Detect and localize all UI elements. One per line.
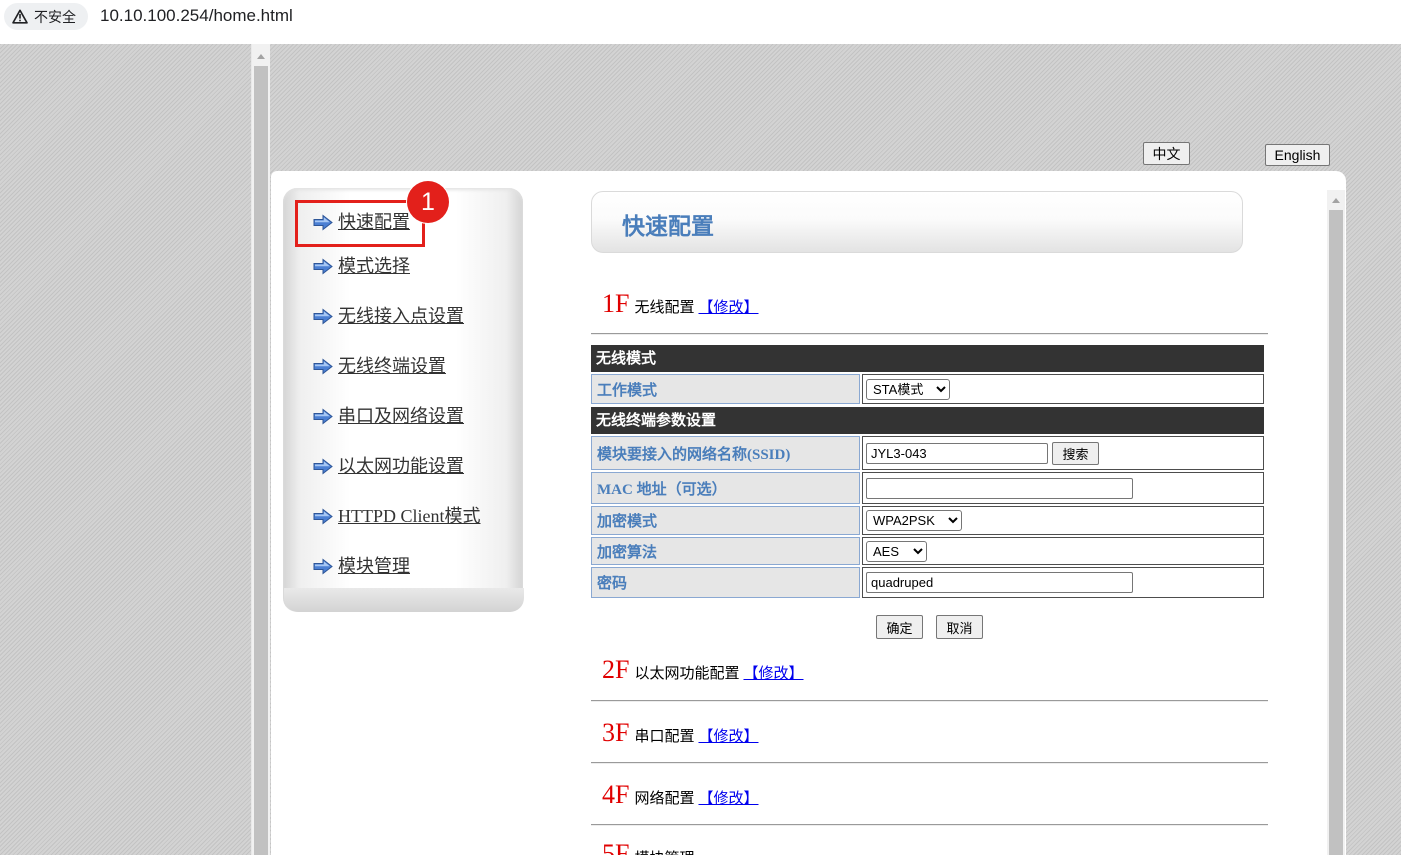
floor-number: 1F	[602, 289, 630, 318]
chinese-language-button[interactable]: 中文	[1143, 142, 1190, 165]
section-divider	[591, 824, 1268, 826]
sidebar-footer	[284, 588, 524, 612]
password-label: 密码	[591, 567, 860, 598]
sidebar-item-mode-select[interactable]: 模式选择	[313, 254, 410, 278]
floor-number: 5F	[602, 839, 630, 855]
sidebar-item-label: 串口及网络设置	[338, 406, 464, 426]
blue-arrow-icon	[313, 307, 333, 325]
wireless-mode-header: 无线模式	[591, 345, 1264, 372]
password-input[interactable]	[866, 572, 1133, 593]
encryption-mode-label: 加密模式	[591, 506, 860, 535]
blue-arrow-icon	[313, 257, 333, 275]
outer-scrollbar[interactable]	[251, 44, 270, 855]
edit-link-network[interactable]: 【修改】	[698, 782, 758, 814]
panel-scrollbar[interactable]	[1327, 190, 1345, 855]
floor-number: 3F	[602, 718, 630, 747]
sidebar-item-module-management[interactable]: 模块管理	[313, 554, 410, 578]
work-mode-label: 工作模式	[591, 374, 860, 404]
encryption-algorithm-cell: AES	[862, 537, 1264, 565]
step-badge: 1	[407, 181, 449, 223]
section-name: 模块管理	[634, 838, 694, 855]
floor-number: 4F	[602, 780, 630, 809]
encryption-mode-cell: WPA2PSK	[862, 506, 1264, 535]
section-5f: 5F 模块管理	[602, 838, 694, 855]
sidebar-item-label: 模式选择	[338, 256, 410, 276]
mac-input[interactable]	[866, 477, 1133, 499]
section-2f: 2F 以太网功能配置 【修改】	[602, 654, 804, 686]
encryption-mode-select[interactable]: WPA2PSK	[866, 510, 962, 531]
edit-link-serial[interactable]: 【修改】	[698, 720, 758, 752]
scroll-up-arrow-icon[interactable]	[1332, 198, 1340, 203]
browser-address-bar: 不安全 10.10.100.254/home.html	[0, 0, 1401, 44]
highlight-box	[295, 200, 425, 247]
blue-arrow-icon	[313, 407, 333, 425]
section-divider	[591, 700, 1268, 702]
search-button[interactable]: 搜索	[1052, 441, 1099, 465]
edit-link-wireless[interactable]: 【修改】	[698, 291, 758, 323]
english-language-button[interactable]: English	[1265, 144, 1330, 166]
sidebar-menu	[283, 188, 524, 612]
blue-arrow-icon	[313, 557, 333, 575]
sidebar-item-label: 以太网功能设置	[338, 456, 464, 476]
ssid-cell: 搜索	[862, 436, 1264, 470]
url-text[interactable]: 10.10.100.254/home.html	[100, 5, 293, 27]
password-cell	[862, 567, 1264, 598]
section-3f: 3F 串口配置 【修改】	[602, 717, 759, 749]
floor-number: 2F	[602, 655, 630, 684]
outer-scrollbar-thumb[interactable]	[254, 66, 268, 855]
blue-arrow-icon	[313, 507, 333, 525]
work-mode-cell: STA模式	[862, 374, 1264, 404]
panel-scrollbar-thumb[interactable]	[1329, 210, 1343, 855]
blue-arrow-icon	[313, 457, 333, 475]
ssid-input[interactable]	[866, 442, 1048, 464]
edit-link-ethernet[interactable]: 【修改】	[743, 657, 803, 689]
sidebar-item-label: HTTPD Client模式	[338, 506, 481, 526]
page-heading-box: 快速配置	[591, 191, 1243, 253]
section-name: 串口配置	[634, 727, 695, 745]
sta-params-header: 无线终端参数设置	[591, 407, 1264, 434]
sidebar-item-label: 模块管理	[338, 556, 410, 576]
confirm-button[interactable]: 确定	[876, 615, 923, 639]
cancel-button[interactable]: 取消	[936, 615, 983, 639]
section-name: 网络配置	[634, 789, 695, 807]
ssid-label: 模块要接入的网络名称(SSID)	[591, 436, 860, 470]
security-label: 不安全	[34, 8, 76, 25]
sidebar-item-label: 无线终端设置	[338, 356, 446, 376]
section-1f: 1F 无线配置 【修改】	[602, 288, 759, 320]
mac-cell	[862, 472, 1264, 504]
section-4f: 4F 网络配置 【修改】	[602, 779, 759, 811]
mac-label: MAC 地址（可选）	[591, 472, 860, 504]
sidebar-item-httpd-client[interactable]: HTTPD Client模式	[313, 504, 481, 528]
security-indicator[interactable]: 不安全	[4, 3, 88, 30]
scroll-up-arrow-icon[interactable]	[257, 54, 265, 59]
blue-arrow-icon	[313, 357, 333, 375]
sidebar-item-ethernet[interactable]: 以太网功能设置	[313, 454, 464, 478]
sidebar-item-label: 无线接入点设置	[338, 306, 464, 326]
work-mode-select[interactable]: STA模式	[866, 378, 950, 400]
section-name: 无线配置	[634, 298, 695, 316]
sidebar-item-serial-network[interactable]: 串口及网络设置	[313, 404, 464, 428]
sidebar-item-sta-settings[interactable]: 无线终端设置	[313, 354, 446, 378]
section-name: 以太网功能配置	[634, 664, 740, 682]
sidebar-item-ap-settings[interactable]: 无线接入点设置	[313, 304, 464, 328]
encryption-algorithm-label: 加密算法	[591, 537, 860, 565]
page-title: 快速配置	[622, 214, 714, 240]
section-divider	[591, 333, 1268, 335]
encryption-algorithm-select[interactable]: AES	[866, 540, 927, 562]
section-divider	[591, 762, 1268, 764]
warning-triangle-icon	[12, 9, 28, 24]
